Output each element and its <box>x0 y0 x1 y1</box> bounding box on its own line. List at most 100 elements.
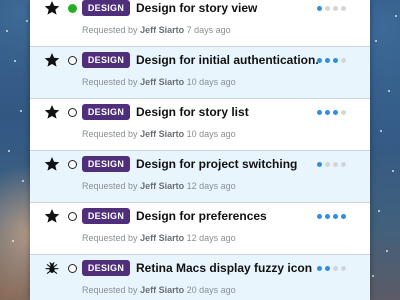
requested-by-text: Requested by <box>82 129 138 139</box>
star-icon[interactable] <box>44 52 60 68</box>
wallpaper-star <box>378 210 380 212</box>
point-pip <box>317 6 322 11</box>
point-pip <box>341 6 346 11</box>
story-row[interactable]: DESIGN Design for initial authentication… <box>30 47 370 99</box>
point-pip <box>341 110 346 115</box>
requested-by-text: Requested by <box>82 25 138 35</box>
story-meta: Requested by Jeff Siarto 10 days ago <box>82 76 236 88</box>
point-pip <box>317 110 322 115</box>
story-row[interactable]: DESIGN Retina Macs display fuzzy icon Re… <box>30 255 370 300</box>
story-points <box>317 58 349 64</box>
wallpaper-star <box>380 130 382 132</box>
story-meta: Requested by Jeff Siarto 10 days ago <box>82 128 236 140</box>
point-pip <box>325 6 330 11</box>
story-points <box>317 6 349 12</box>
story-age: 20 days ago <box>186 285 236 295</box>
story-age: 12 days ago <box>186 233 236 243</box>
wallpaper-star <box>14 60 16 62</box>
story-meta: Requested by Jeff Siarto 20 days ago <box>82 284 236 296</box>
point-pip <box>317 266 322 271</box>
point-pip <box>333 214 338 219</box>
point-pip <box>333 6 338 11</box>
status-indicator[interactable] <box>68 4 77 13</box>
story-title[interactable]: Design for initial authentication... <box>136 52 318 68</box>
label-badge[interactable]: DESIGN <box>82 52 130 68</box>
story-points <box>317 110 349 116</box>
requester-name[interactable]: Jeff Siarto <box>140 129 184 139</box>
point-pip <box>325 214 330 219</box>
requested-by-text: Requested by <box>82 77 138 87</box>
point-pip <box>333 58 338 63</box>
story-age: 10 days ago <box>186 129 236 139</box>
wallpaper-star <box>8 150 10 152</box>
point-pip <box>325 110 330 115</box>
star-icon[interactable] <box>44 104 60 120</box>
wallpaper-star <box>392 170 394 172</box>
status-indicator[interactable] <box>68 108 77 117</box>
point-pip <box>325 266 330 271</box>
wallpaper-star <box>22 180 24 182</box>
wallpaper-star <box>375 40 377 42</box>
status-indicator[interactable] <box>68 212 77 221</box>
status-indicator[interactable] <box>68 56 77 65</box>
story-title[interactable]: Design for story view <box>136 0 318 16</box>
wallpaper-star <box>386 250 388 252</box>
story-points <box>317 162 349 168</box>
story-list: DESIGN Design for story view Requested b… <box>30 0 370 300</box>
point-pip <box>341 58 346 63</box>
story-title[interactable]: Design for project switching <box>136 156 318 172</box>
requested-by-text: Requested by <box>82 181 138 191</box>
story-points <box>317 266 349 272</box>
point-pip <box>317 214 322 219</box>
requester-name[interactable]: Jeff Siarto <box>140 233 184 243</box>
story-meta: Requested by Jeff Siarto 12 days ago <box>82 180 236 192</box>
point-pip <box>317 162 322 167</box>
point-pip <box>325 162 330 167</box>
status-indicator[interactable] <box>68 264 77 273</box>
point-pip <box>341 162 346 167</box>
story-row[interactable]: DESIGN Design for project switching Requ… <box>30 151 370 203</box>
point-pip <box>325 58 330 63</box>
story-title[interactable]: Retina Macs display fuzzy icon <box>136 260 318 276</box>
story-age: 7 days ago <box>186 25 231 35</box>
story-row[interactable]: DESIGN Design for preferences Requested … <box>30 203 370 255</box>
point-pip <box>333 162 338 167</box>
story-row[interactable]: DESIGN Design for story view Requested b… <box>30 0 370 47</box>
label-badge[interactable]: DESIGN <box>82 260 130 276</box>
requested-by-text: Requested by <box>82 233 138 243</box>
story-points <box>317 214 349 220</box>
story-row[interactable]: DESIGN Design for story list Requested b… <box>30 99 370 151</box>
point-pip <box>341 266 346 271</box>
label-badge[interactable]: DESIGN <box>82 156 130 172</box>
point-pip <box>333 266 338 271</box>
requester-name[interactable]: Jeff Siarto <box>140 285 184 295</box>
story-title[interactable]: Design for preferences <box>136 208 318 224</box>
star-icon[interactable] <box>44 0 60 16</box>
story-title[interactable]: Design for story list <box>136 104 318 120</box>
star-icon[interactable] <box>44 208 60 224</box>
label-badge[interactable]: DESIGN <box>82 0 130 16</box>
star-icon[interactable] <box>44 156 60 172</box>
wallpaper-star <box>388 90 390 92</box>
wallpaper-star <box>395 15 397 17</box>
point-pip <box>341 214 346 219</box>
wallpaper-star <box>372 275 374 277</box>
requester-name[interactable]: Jeff Siarto <box>140 77 184 87</box>
story-age: 12 days ago <box>186 181 236 191</box>
wallpaper-star <box>20 110 22 112</box>
point-pip <box>317 58 322 63</box>
story-meta: Requested by Jeff Siarto 7 days ago <box>82 24 231 36</box>
requested-by-text: Requested by <box>82 285 138 295</box>
point-pip <box>333 110 338 115</box>
label-badge[interactable]: DESIGN <box>82 104 130 120</box>
bug-icon[interactable] <box>44 260 60 276</box>
story-meta: Requested by Jeff Siarto 12 days ago <box>82 232 236 244</box>
status-indicator[interactable] <box>68 160 77 169</box>
label-badge[interactable]: DESIGN <box>82 208 130 224</box>
requester-name[interactable]: Jeff Siarto <box>140 181 184 191</box>
requester-name[interactable]: Jeff Siarto <box>140 25 184 35</box>
wallpaper-star <box>26 20 28 22</box>
wallpaper-star <box>6 30 8 32</box>
wallpaper-star <box>12 240 14 242</box>
story-age: 10 days ago <box>186 77 236 87</box>
